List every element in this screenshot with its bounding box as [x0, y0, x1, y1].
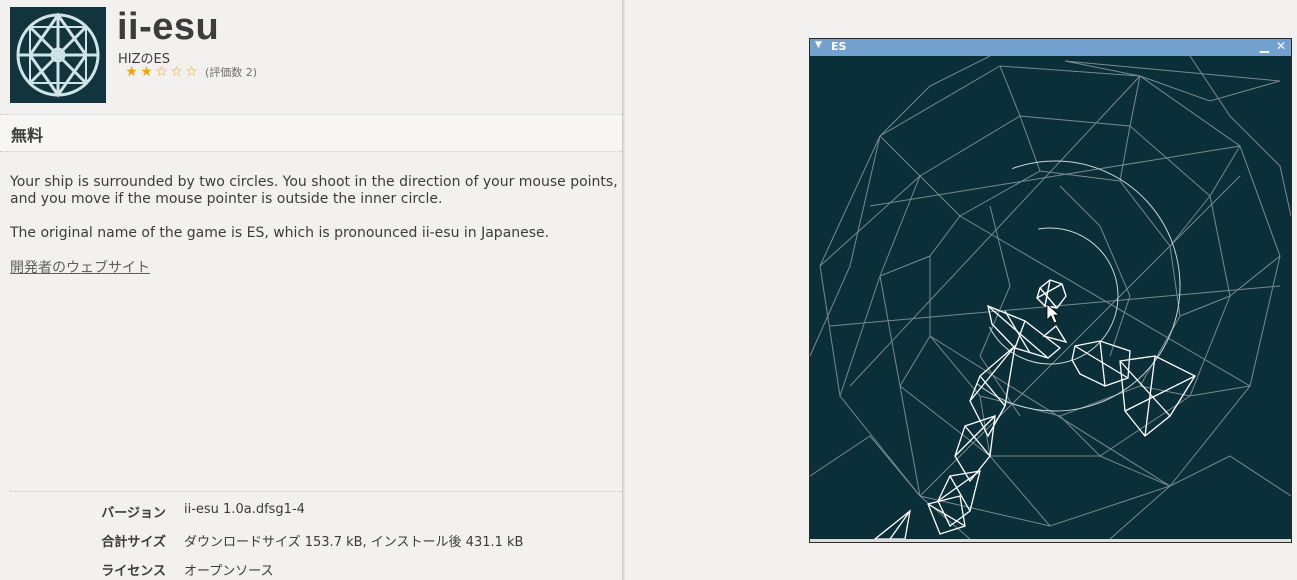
- es-wheel-icon: [10, 7, 106, 103]
- window-bottom-border: [810, 539, 1291, 542]
- details-value: ii-esu 1.0a.dfsg1-4: [184, 502, 305, 517]
- details-key: 合計サイズ: [101, 535, 166, 550]
- star-empty-icon: ☆: [185, 64, 198, 80]
- window-title: ES: [831, 40, 847, 53]
- star-filled-icon: ★: [125, 64, 138, 80]
- game-screenshot-window: ▼ ES ▁ ✕: [809, 38, 1292, 543]
- app-title: ii-esu: [117, 6, 220, 48]
- price-label: 無料: [11, 126, 44, 145]
- triangle-down-icon[interactable]: ▼: [815, 40, 822, 50]
- details-key: ライセンス: [101, 564, 166, 579]
- rating-count: (評価数 2): [205, 66, 258, 79]
- rating: ★ ★ ☆ ☆ ☆ (評価数 2): [124, 64, 257, 80]
- details-row-version: バージョン ii-esu 1.0a.dfsg1-4: [0, 502, 622, 522]
- game-canvas: [810, 56, 1291, 539]
- price-bar: 無料: [0, 114, 622, 152]
- details-value: ダウンロードサイズ 153.7 kB, インストール後 431.1 kB: [184, 535, 524, 550]
- description-paragraph: The original name of the game is ES, whi…: [10, 225, 550, 241]
- star-empty-icon: ☆: [155, 64, 168, 80]
- window-titlebar[interactable]: ▼ ES ▁ ✕: [810, 39, 1291, 56]
- app-details-pane: ii-esu HIZのES ★ ★ ☆ ☆ ☆ (評価数 2) 無料 Your …: [0, 0, 622, 580]
- details-key: バージョン: [101, 506, 166, 521]
- developer-website-link[interactable]: 開発者のウェブサイト: [10, 257, 150, 277]
- close-icon[interactable]: ✕: [1276, 39, 1286, 53]
- description-paragraph: Your ship is surrounded by two circles. …: [10, 174, 618, 207]
- minimize-icon[interactable]: ▁: [1260, 39, 1269, 53]
- details-row-size: 合計サイズ ダウンロードサイズ 153.7 kB, インストール後 431.1 …: [0, 531, 622, 551]
- details-value: オープンソース: [184, 564, 274, 579]
- details-divider: [10, 491, 622, 492]
- star-empty-icon: ☆: [170, 64, 183, 80]
- details-row-license: ライセンス オープンソース: [0, 560, 622, 580]
- star-filled-icon: ★: [140, 64, 153, 80]
